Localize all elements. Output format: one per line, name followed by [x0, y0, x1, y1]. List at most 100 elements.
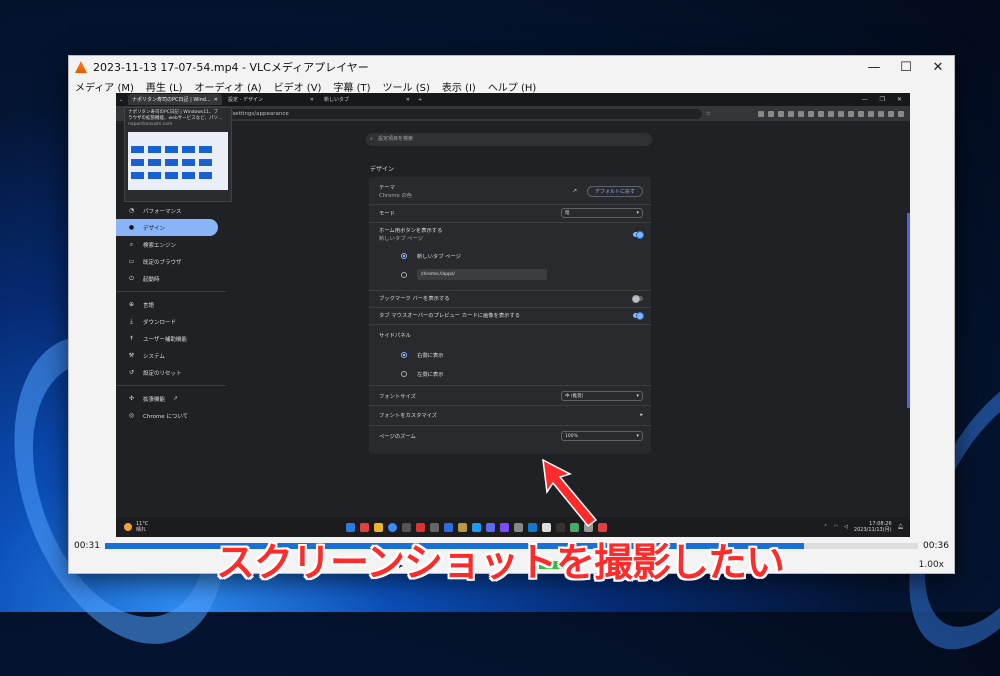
restore-icon[interactable]: ❐ — [880, 96, 885, 103]
side-panel-left-option[interactable]: 左側に表示 — [401, 370, 643, 378]
menu-audio[interactable]: オーディオ (A) — [194, 79, 261, 94]
menu-subtitle[interactable]: 字幕 (T) — [333, 79, 370, 94]
menu-playback[interactable]: 再生 (L) — [146, 79, 183, 94]
extension-icon[interactable] — [808, 110, 814, 117]
sidebar-item-system[interactable]: ⚒ システム — [116, 347, 226, 364]
new-tab-icon[interactable]: + — [418, 97, 422, 103]
tab-search-icon[interactable]: ⌄ — [116, 97, 126, 103]
search-placeholder: 設定項目を検索 — [378, 136, 414, 142]
app-icon[interactable] — [430, 522, 439, 532]
sidebar-item-default-browser[interactable]: ▭ 既定のブラウザ — [116, 253, 226, 270]
extension-icon[interactable] — [848, 110, 854, 117]
radio-unselected[interactable] — [401, 371, 407, 377]
scrollbar[interactable] — [907, 213, 910, 408]
app-icon[interactable] — [416, 522, 425, 532]
browser-tab[interactable]: 設定 - デザイン ✕ — [224, 94, 318, 105]
home-option-custom[interactable]: chrome://apps/ — [401, 269, 643, 280]
close-icon[interactable]: ✕ — [897, 96, 902, 103]
custom-url-input[interactable]: chrome://apps/ — [417, 269, 547, 280]
sidebar-item-reset[interactable]: ↺ 設定のリセット — [116, 364, 226, 381]
start-icon[interactable] — [346, 522, 355, 532]
home-option-newtab[interactable]: 新しいタブ ページ — [401, 252, 643, 260]
settings-search-input[interactable]: ⌕ 設定項目を検索 — [366, 133, 652, 146]
sidebar-item-appearance[interactable]: ● デザイン — [116, 219, 218, 236]
menu-tools[interactable]: ツール (S) — [383, 79, 430, 94]
maximize-button[interactable]: ☐ — [890, 60, 922, 75]
app-icon[interactable] — [500, 522, 509, 532]
extension-icon[interactable] — [768, 110, 774, 117]
extension-icon[interactable] — [828, 110, 834, 117]
app-icon[interactable] — [472, 522, 481, 532]
external-link-icon[interactable]: ↗ — [573, 188, 577, 194]
browser-tab[interactable]: ナポリタン寿司のPC日記 | Wind... ✕ — [128, 94, 222, 105]
radio-selected[interactable] — [401, 253, 407, 259]
sidebar-item-on-startup[interactable]: ⏻ 起動時 — [116, 270, 226, 287]
minimize-icon[interactable]: — — [862, 96, 868, 103]
extension-icon[interactable] — [788, 110, 794, 117]
menu-view[interactable]: 表示 (I) — [442, 79, 476, 94]
page-zoom-select[interactable]: 100% — [561, 431, 643, 441]
red-arrow-annotation — [542, 458, 598, 528]
tab-label: 設定 - デザイン — [228, 97, 263, 103]
bookmark-star-icon[interactable]: ☆ — [706, 111, 711, 117]
extension-icon[interactable] — [838, 110, 844, 117]
extension-icon[interactable] — [778, 110, 784, 117]
menu-media[interactable]: メディア (M) — [75, 79, 134, 94]
chevron-up-icon[interactable]: ⌃ — [823, 524, 827, 530]
close-tab-icon[interactable]: ✕ — [406, 97, 410, 103]
sidebar-item-extensions[interactable]: ✣ 拡張機能 ↗ — [116, 390, 226, 407]
speaker-icon[interactable]: ◁ — [844, 524, 848, 530]
extension-icon[interactable] — [878, 110, 884, 117]
menu-help[interactable]: ヘルプ (H) — [488, 79, 537, 94]
sidebar-item-about-chrome[interactable]: ◎ Chrome について — [116, 407, 226, 424]
theme-row[interactable]: テーマ Chrome の色 ↗ デフォルトに戻す — [379, 183, 643, 199]
tab-preview-toggle[interactable] — [633, 311, 644, 320]
video-area[interactable]: ⌄ ナポリタン寿司のPC日記 | Wind... ✕ 設定 - デザイン ✕ 新しい… — [116, 93, 910, 537]
extension-icon[interactable] — [798, 110, 804, 117]
app-icon[interactable] — [360, 522, 369, 532]
chrome-icon[interactable] — [388, 522, 397, 532]
browser-tab[interactable]: 新しいタブ ✕ — [320, 94, 414, 105]
side-panel-right-option[interactable]: 右側に表示 — [401, 351, 643, 359]
font-size-select[interactable]: 中 (推奨) — [561, 391, 643, 401]
extension-icon[interactable] — [858, 110, 864, 117]
radio-unselected[interactable] — [401, 271, 407, 278]
extension-icon[interactable] — [898, 110, 904, 117]
vscode-icon[interactable] — [528, 522, 537, 532]
close-tab-icon[interactable]: ✕ — [310, 97, 314, 103]
tab-preview-row[interactable]: タブ マウスオーバーのプレビュー カードに画像を表示する — [379, 311, 644, 320]
sidebar-item-search-engine[interactable]: ⌕ 検索エンジン — [116, 236, 226, 253]
bookmark-bar-row[interactable]: ブックマーク バーを表示する — [379, 294, 643, 303]
app-icon[interactable] — [514, 522, 523, 532]
extension-icon[interactable] — [888, 110, 894, 117]
extension-icon[interactable] — [868, 110, 874, 117]
customize-fonts-row[interactable]: フォントをカスタマイズ ▸ — [379, 411, 643, 419]
notification-icon[interactable]: 🔔︎ — [898, 524, 904, 530]
minimize-button[interactable]: — — [858, 60, 890, 75]
sidebar-item-downloads[interactable]: ⤓ ダウンロード — [116, 313, 226, 330]
menu-video[interactable]: ビデオ (V) — [274, 79, 322, 94]
radio-selected[interactable] — [401, 352, 407, 358]
extension-icon[interactable] — [758, 110, 764, 117]
divider — [369, 307, 651, 308]
sun-icon — [124, 523, 132, 531]
search-icon: ⌕ — [129, 240, 134, 248]
app-icon[interactable] — [486, 522, 495, 532]
app-icon[interactable] — [458, 522, 467, 532]
reset-theme-button[interactable]: デフォルトに戻す — [586, 185, 643, 197]
home-button-toggle[interactable] — [633, 230, 644, 239]
app-icon[interactable] — [402, 522, 411, 532]
sidebar-item-languages[interactable]: ⊕ 言語 — [116, 296, 226, 313]
sidebar-item-accessibility[interactable]: ☨ ユーザー補助機能 — [116, 330, 226, 347]
folder-icon[interactable] — [374, 522, 383, 532]
close-tab-icon[interactable]: ✕ — [214, 97, 218, 103]
close-button[interactable]: ✕ — [922, 60, 954, 75]
app-icon[interactable] — [444, 522, 453, 532]
home-button-row[interactable]: ホーム用ボタンを表示する 新しいタブ ページ — [379, 226, 644, 242]
wifi-icon[interactable]: ◠ — [834, 524, 838, 530]
omnibox[interactable]: chrome://settings/appearance — [202, 108, 702, 119]
mode-select[interactable]: 暗 — [561, 208, 643, 218]
sidebar-item-performance[interactable]: ◔ パフォーマンス — [116, 202, 226, 219]
extension-icon[interactable] — [818, 110, 824, 117]
bookmark-bar-toggle[interactable] — [632, 294, 643, 303]
